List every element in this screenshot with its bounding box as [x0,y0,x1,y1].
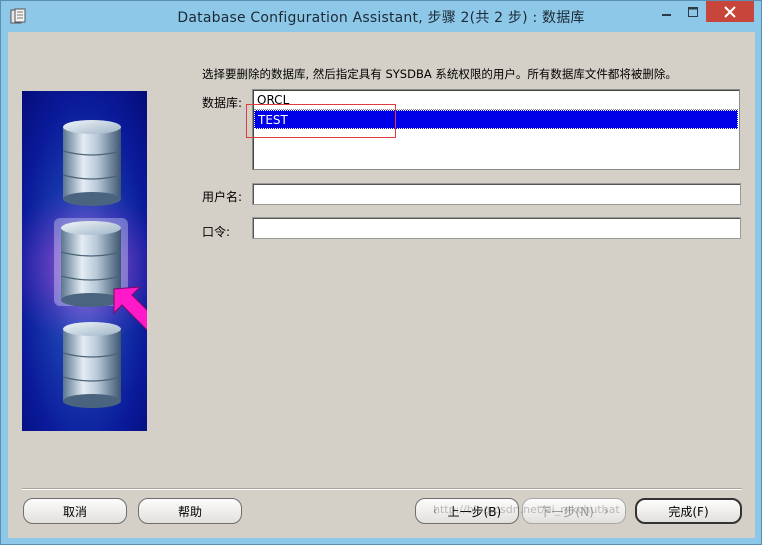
back-button-label: 上一步(B) [447,504,502,519]
cancel-button[interactable]: 取消 [23,498,127,524]
finish-button[interactable]: 完成(F) [635,498,742,524]
database-cylinder-bottom [62,322,122,408]
password-label: 口令: [202,225,231,239]
next-button-label: 下一步(N) [539,504,594,519]
password-input[interactable] [252,217,741,239]
minimize-icon [662,13,671,16]
close-icon [724,5,736,18]
list-item-selected[interactable]: TEST [254,110,738,129]
database-cylinder-top [62,120,122,206]
database-label: 数据库: [202,96,243,110]
maximize-button[interactable] [680,1,706,22]
minimize-button[interactable] [654,1,680,22]
username-label: 用户名: [202,190,243,204]
window-title: Database Configuration Assistant, 步骤 2(共… [177,10,585,26]
database-illustration [22,91,147,431]
close-button[interactable] [706,1,754,22]
database-list[interactable]: ORCL TEST [252,89,740,170]
dbca-window: Database Configuration Assistant, 步骤 2(共… [0,0,762,545]
cancel-button-label: 取消 [62,504,87,519]
instruction-text: 选择要删除的数据库, 然后指定具有 SYSDBA 系统权限的用户。所有数据库文件… [202,67,677,81]
help-button[interactable]: 帮助 [138,498,242,524]
back-button[interactable]: ‹ 上一步(B) [415,498,519,524]
username-input[interactable] [252,183,741,205]
finish-button-label: 完成(F) [668,504,709,519]
title-bar[interactable]: Database Configuration Assistant, 步骤 2(共… [1,1,761,32]
list-item[interactable]: ORCL [254,91,738,110]
back-arrow-icon: ‹ [432,504,438,518]
next-button[interactable]: 下一步(N) › [522,498,626,524]
dialog-client-area: 选择要删除的数据库, 然后指定具有 SYSDBA 系统权限的用户。所有数据库文件… [8,32,755,538]
help-button-label: 帮助 [177,504,202,519]
next-arrow-icon: › [603,504,609,518]
maximize-icon [688,6,698,17]
button-separator [22,488,742,490]
